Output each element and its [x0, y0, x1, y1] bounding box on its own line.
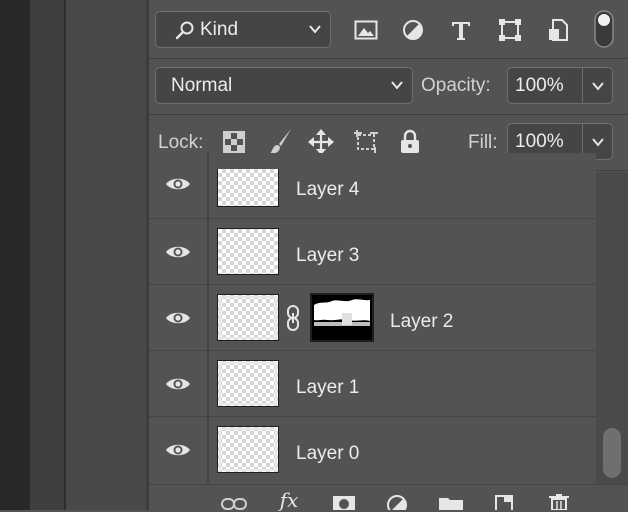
layer-name[interactable]: Layer 4: [296, 179, 359, 201]
lock-image-pixels-icon[interactable]: [266, 128, 294, 156]
layer-mask-thumbnail[interactable]: [310, 293, 374, 342]
eye-icon[interactable]: [165, 175, 191, 193]
lock-transparent-pixels-icon[interactable]: [222, 130, 246, 154]
divider: [149, 58, 628, 59]
kind-label: Kind: [200, 18, 239, 40]
fill-value: 100%: [515, 130, 564, 152]
layer-thumbnail[interactable]: [217, 426, 279, 473]
layer-row[interactable]: Layer 4: [149, 153, 596, 219]
opacity-label: Opacity:: [421, 75, 491, 96]
fx-icon[interactable]: fx: [276, 488, 302, 512]
layer-name[interactable]: Layer 2: [390, 311, 453, 333]
chevron-down-icon: [591, 135, 605, 149]
layer-name[interactable]: Layer 0: [296, 443, 359, 465]
opacity-input[interactable]: 100%: [507, 67, 583, 104]
left-panel-area: [66, 0, 146, 510]
layer-name[interactable]: Layer 1: [296, 377, 359, 399]
lock-label: Lock:: [158, 132, 204, 153]
left-gutter: [0, 0, 30, 510]
layer-thumbnail[interactable]: [217, 294, 279, 341]
left-gutter-panel: [30, 0, 66, 510]
blend-mode-dropdown[interactable]: Normal: [155, 67, 413, 104]
shape-filter-icon[interactable]: [498, 18, 522, 42]
divider: [149, 114, 628, 115]
mask-link-icon[interactable]: [285, 303, 301, 333]
filter-toggle-icon[interactable]: [594, 10, 614, 48]
link-layers-icon[interactable]: [220, 496, 248, 510]
smart-object-filter-icon[interactable]: [546, 18, 570, 42]
layer-row[interactable]: Layer 2: [149, 285, 596, 351]
visibility-column-divider: [207, 219, 209, 285]
visibility-column-divider: [207, 153, 209, 219]
mask-icon[interactable]: [332, 494, 356, 510]
visibility-column-divider: [207, 417, 209, 483]
scrollbar-thumb[interactable]: [603, 428, 621, 478]
adjustment-layer-icon[interactable]: [386, 494, 408, 510]
kind-filter-dropdown[interactable]: Kind: [155, 11, 331, 48]
eye-icon[interactable]: [165, 441, 191, 459]
layer-thumbnail[interactable]: [217, 169, 279, 207]
image-filter-icon[interactable]: [354, 18, 378, 42]
blend-mode-value: Normal: [171, 74, 233, 96]
group-folder-icon[interactable]: [438, 495, 464, 510]
visibility-column-divider: [207, 285, 209, 351]
search-icon: [174, 19, 196, 41]
chevron-down-icon: [308, 22, 322, 36]
new-layer-icon[interactable]: [494, 494, 516, 510]
eye-icon[interactable]: [165, 309, 191, 327]
eye-icon[interactable]: [165, 243, 191, 261]
layer-row[interactable]: Layer 3: [149, 219, 596, 285]
trash-icon[interactable]: [547, 493, 571, 510]
visibility-column-divider: [207, 351, 209, 417]
lock-all-icon[interactable]: [398, 128, 422, 156]
lock-position-icon[interactable]: [308, 129, 334, 155]
type-filter-icon[interactable]: [449, 18, 473, 42]
opacity-value: 100%: [515, 74, 564, 96]
fill-label: Fill:: [468, 132, 498, 153]
chevron-down-icon: [390, 78, 404, 92]
eye-icon[interactable]: [165, 375, 191, 393]
opacity-dropdown-button[interactable]: [582, 67, 613, 104]
chevron-down-icon: [591, 79, 605, 93]
layer-name[interactable]: Layer 3: [296, 245, 359, 267]
layer-row[interactable]: Layer 1: [149, 351, 596, 417]
layer-thumbnail[interactable]: [217, 228, 279, 275]
lock-artboard-icon[interactable]: [352, 128, 380, 156]
layer-thumbnail[interactable]: [217, 360, 279, 407]
adjustment-filter-icon[interactable]: [401, 18, 425, 42]
layer-row[interactable]: Layer 0: [149, 417, 596, 483]
